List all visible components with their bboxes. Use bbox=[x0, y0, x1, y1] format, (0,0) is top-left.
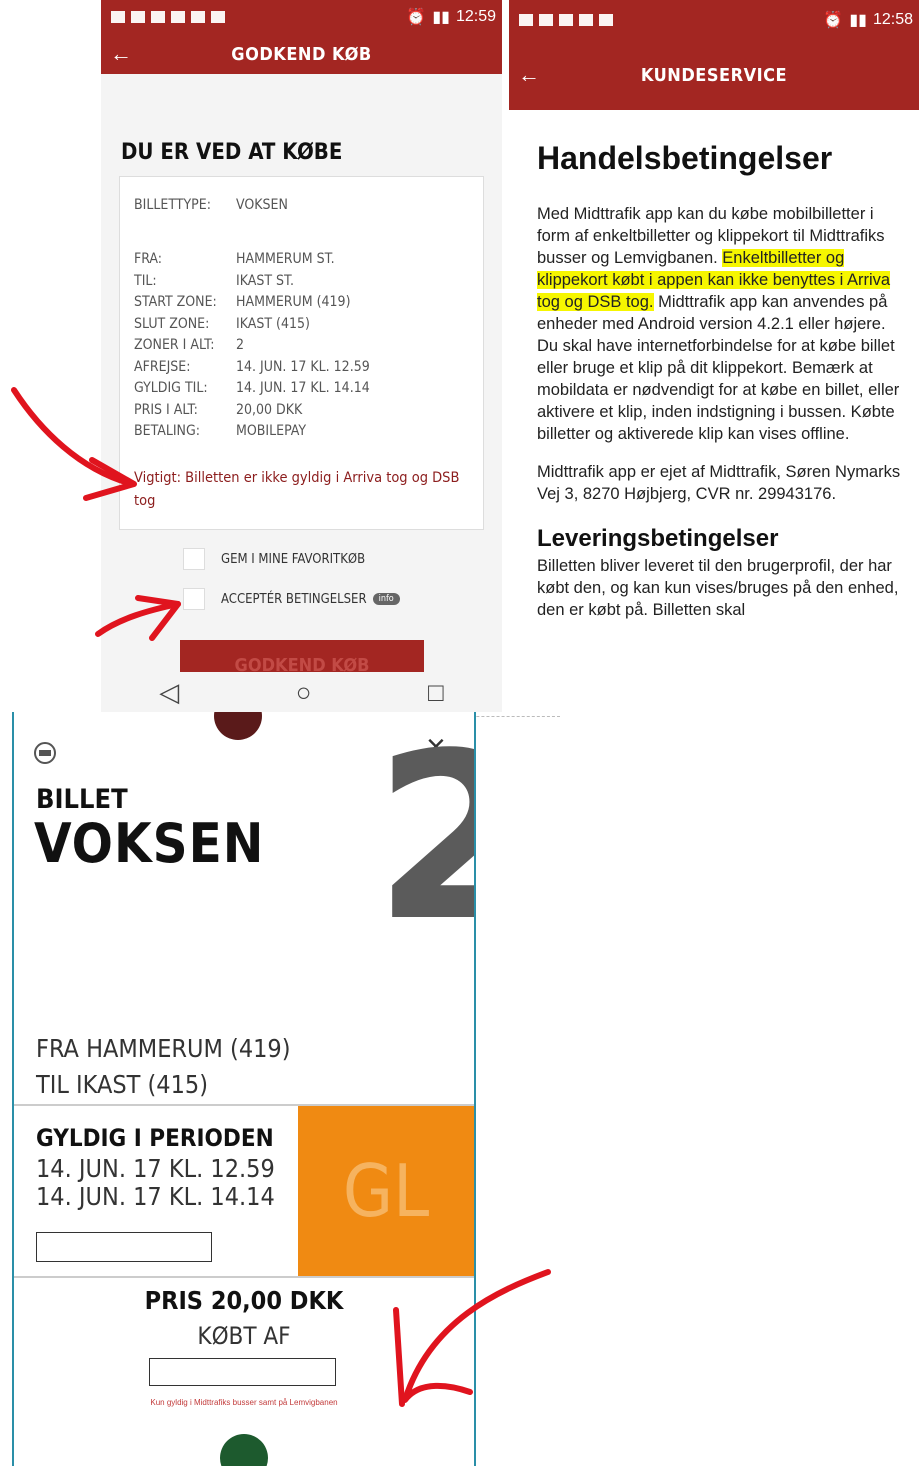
detail-list: FRA: HAMMERUM ST. TIL: IKAST ST. START ZON… bbox=[134, 249, 370, 443]
status-bar: ⏰ ▮▮ 12:59 bbox=[101, 0, 502, 34]
status-bar: ⏰ ▮▮ 12:58 bbox=[509, 0, 919, 40]
favorite-label: GEM I MINE FAVORITKØB bbox=[221, 551, 366, 567]
bought-by-label: KØBT AF bbox=[197, 1322, 291, 1350]
ticket-bottom-badge bbox=[220, 1434, 268, 1466]
terms-paragraph-3: Billetten bliver leveret til den brugerp… bbox=[537, 557, 899, 619]
accept-terms-label[interactable]: ACCEPTÉR BETINGELSER bbox=[221, 592, 367, 607]
terms-content: Handelsbetingelser Med Midttrafik app ka… bbox=[537, 140, 903, 633]
ticket-title-big: VOKSEN bbox=[34, 812, 265, 875]
detail-row: ZONER I ALT: 2 bbox=[134, 335, 370, 357]
detail-value: IKAST (415) bbox=[236, 315, 310, 332]
favorite-checkbox-row[interactable]: GEM I MINE FAVORITKØB bbox=[183, 548, 365, 570]
detail-label: PRIS I ALT: bbox=[134, 401, 198, 418]
detail-value: MOBILEPAY bbox=[236, 423, 307, 439]
terms-heading: Handelsbetingelser bbox=[537, 140, 833, 176]
delivery-heading: Leveringsbetingelser bbox=[537, 525, 779, 552]
android-nav-bar: ◁ ○ □ bbox=[101, 672, 502, 712]
app-title: KUNDESERVICE bbox=[640, 64, 788, 86]
valid-from: 14. JUN. 17 KL. 12.59 bbox=[36, 1154, 275, 1183]
detail-value: HAMMERUM (419) bbox=[236, 294, 351, 310]
redacted-box bbox=[36, 1232, 212, 1262]
detail-label: SLUT ZONE: bbox=[134, 315, 210, 332]
detail-row: PRIS I ALT: 20,00 DKK bbox=[134, 400, 370, 422]
ticket-title-small: BILLET bbox=[36, 784, 128, 815]
detail-value: 20,00 DKK bbox=[236, 401, 303, 418]
ticket-from: FRA HAMMERUM (419) bbox=[36, 1034, 291, 1063]
detail-label: START ZONE: bbox=[134, 294, 217, 310]
terms-paragraph-2: Midttrafik app er ejet af Midttrafik, Sø… bbox=[537, 463, 901, 503]
app-title: GODKEND KØB bbox=[231, 43, 372, 65]
approve-purchase-button[interactable]: GODKEND KØB bbox=[180, 640, 424, 676]
nav-recents-icon[interactable]: □ bbox=[428, 677, 444, 708]
status-right: ⏰ ▮▮ 12:59 bbox=[406, 7, 502, 27]
warning-text: Vigtigt: Billetten er ikke gyldig i Arri… bbox=[134, 470, 460, 509]
ticket-code: GL bbox=[342, 1149, 430, 1233]
notification-icons bbox=[509, 14, 613, 26]
detail-value: 14. JUN. 17 KL. 12.59 bbox=[236, 358, 370, 375]
detail-row: BETALING: MOBILEPAY bbox=[134, 421, 370, 443]
clock: 12:58 bbox=[872, 11, 913, 28]
accept-terms-checkbox[interactable] bbox=[183, 588, 205, 610]
clock: 12:59 bbox=[455, 8, 496, 25]
ticket-type-label: BILLETTYPE: bbox=[134, 197, 211, 213]
detail-label: ZONER I ALT: bbox=[134, 337, 215, 353]
ticket-top-badge bbox=[214, 712, 262, 740]
valid-to: 14. JUN. 17 KL. 14.14 bbox=[36, 1182, 275, 1211]
detail-value: IKAST ST. bbox=[236, 272, 295, 289]
alarm-icon: ⏰ bbox=[823, 12, 844, 29]
terms-text: Midttrafik app kan anvendes på enheder m… bbox=[537, 293, 900, 443]
detail-label: FRA: bbox=[134, 251, 163, 267]
detail-row: FRA: HAMMERUM ST. bbox=[134, 249, 370, 271]
detail-row: AFREJSE: 14. JUN. 17 KL. 12.59 bbox=[134, 357, 370, 379]
detail-row: SLUT ZONE: IKAST (415) bbox=[134, 314, 370, 336]
notification-icons bbox=[101, 11, 225, 23]
signal-icon: ▮▮ bbox=[432, 9, 450, 26]
ticket-price: PRIS 20,00 DKK bbox=[144, 1286, 344, 1315]
ticket-code-tile: GL bbox=[298, 1106, 474, 1276]
validity-section: GYLDIG I PERIODEN 14. JUN. 17 KL. 12.59 … bbox=[14, 1104, 474, 1278]
valid-label: GYLDIG I PERIODEN bbox=[36, 1124, 274, 1152]
back-arrow-icon[interactable]: ← bbox=[509, 62, 549, 88]
detail-row: GYLDIG TIL: 14. JUN. 17 KL. 14.14 bbox=[134, 378, 370, 400]
screen-customer-service: ⏰ ▮▮ 12:58 ← KUNDESERVICE Handelsbetinge… bbox=[509, 0, 919, 712]
redacted-box bbox=[149, 1358, 336, 1386]
ticket-screen: × BILLET VOKSEN 2 FRA HAMMERUM (419) TIL… bbox=[12, 712, 476, 1466]
detail-row: TIL: IKAST ST. bbox=[134, 271, 370, 293]
accept-terms-row[interactable]: ACCEPTÉR BETINGELSER info bbox=[183, 588, 400, 610]
detail-label: BETALING: bbox=[134, 423, 200, 439]
back-arrow-icon[interactable]: ← bbox=[101, 41, 141, 67]
ticket-type-row: BILLETTYPE: VOKSEN bbox=[134, 195, 288, 217]
favorite-checkbox[interactable] bbox=[183, 548, 205, 570]
app-bar: ← GODKEND KØB bbox=[101, 34, 502, 74]
bus-icon bbox=[34, 742, 56, 764]
detail-value: 2 bbox=[236, 337, 245, 353]
app-bar: ← KUNDESERVICE bbox=[509, 40, 919, 110]
ticket-to: TIL IKAST (415) bbox=[36, 1070, 208, 1099]
ticket-type-value: VOKSEN bbox=[236, 197, 288, 213]
signal-icon: ▮▮ bbox=[849, 12, 867, 29]
ticket-footnote: Kun gyldig i Midttrafiks busser samt på … bbox=[150, 1398, 338, 1407]
page-heading: DU ER VED AT KØBE bbox=[121, 140, 343, 165]
approve-purchase-label: GODKEND KØB bbox=[234, 655, 370, 676]
detail-row: START ZONE: HAMMERUM (419) bbox=[134, 292, 370, 314]
detail-label: TIL: bbox=[134, 272, 157, 289]
detail-label: AFREJSE: bbox=[134, 358, 191, 375]
detail-value: 14. JUN. 17 KL. 14.14 bbox=[236, 380, 370, 396]
purchase-summary-card: BILLETTYPE: VOKSEN FRA: HAMMERUM ST. TIL:… bbox=[119, 176, 484, 530]
zone-count: 2 bbox=[374, 724, 474, 954]
detail-label: GYLDIG TIL: bbox=[134, 380, 208, 396]
nav-home-icon[interactable]: ○ bbox=[296, 677, 312, 708]
nav-back-icon[interactable]: ◁ bbox=[159, 677, 179, 708]
alarm-icon: ⏰ bbox=[406, 9, 427, 26]
screen-approve-purchase: ⏰ ▮▮ 12:59 ← GODKEND KØB DU ER VED AT KØ… bbox=[101, 0, 502, 712]
detail-value: HAMMERUM ST. bbox=[236, 251, 335, 267]
status-right: ⏰ ▮▮ 12:58 bbox=[823, 10, 919, 30]
info-badge[interactable]: info bbox=[372, 593, 400, 605]
terms-paragraph-1: Med Midttrafik app kan du købe mobilbill… bbox=[537, 203, 903, 445]
